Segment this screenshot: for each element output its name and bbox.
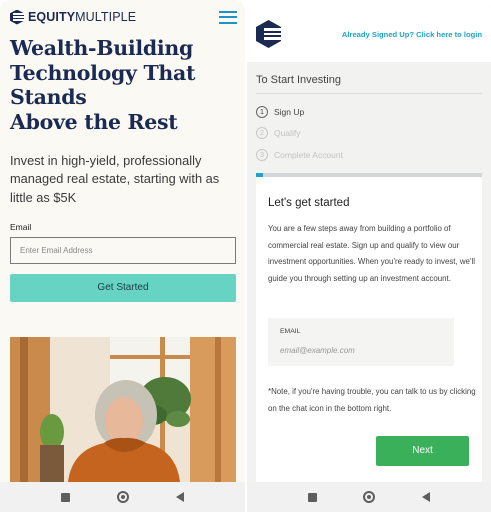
section-title: To Start Investing [256,74,341,86]
back-icon[interactable] [421,492,430,502]
left-phone-screen: EQUITYMULTIPLE Wealth-Building Technolog… [0,0,245,512]
step-complete-account: 3 Complete Account [256,149,343,161]
get-started-button[interactable]: Get Started [10,274,236,302]
right-phone-screen: Already Signed Up? Click here to login T… [247,0,491,512]
system-nav-bar [247,482,491,512]
signup-card: Let's get started You are a few steps aw… [256,177,482,482]
hero-line: Above the Rest [10,109,178,134]
step-label: Sign Up [274,107,305,117]
equitymultiple-logo-icon[interactable] [10,9,24,25]
recent-apps-icon[interactable] [308,492,318,502]
hero-line: Wealth-Building [10,36,194,60]
brand-logo-bold: EQUITY [28,10,76,24]
hero-photo [10,337,236,482]
step-sign-up: 1 Sign Up [256,106,304,118]
equitymultiple-logo-icon[interactable] [256,20,281,48]
brand-logo-regular: MULTIPLE [75,10,137,24]
hero-subheading: Invest in high-yield, professionally man… [10,153,220,205]
site-header: EQUITYMULTIPLE [10,8,237,26]
hero-heading: Wealth-Building Technology That Stands A… [10,36,240,134]
email-label: Email [10,222,32,232]
email-field-label: EMAIL [280,328,301,335]
card-title: Let's get started [268,197,350,209]
email-input[interactable]: Enter Email Address [10,237,236,264]
hamburger-menu-icon[interactable] [219,10,237,24]
system-nav-bar [0,482,245,512]
home-icon[interactable] [363,491,376,503]
email-field[interactable]: EMAIL email@example.com [268,318,454,366]
back-icon[interactable] [175,492,184,502]
brand-logo[interactable]: EQUITYMULTIPLE [28,10,136,24]
card-body: You are a few steps away from building a… [268,224,475,284]
step-number: 2 [256,127,268,139]
help-note: *Note, if you're having trouble, you can… [268,387,476,413]
step-label: Qualify [274,128,301,138]
signup-header: Already Signed Up? Click here to login [247,0,491,62]
email-field-placeholder[interactable]: email@example.com [280,346,355,355]
woman-portrait-image [10,337,236,482]
step-label: Complete Account [274,150,343,160]
home-icon[interactable] [116,491,129,503]
step-number: 1 [256,106,268,118]
hero-line: Technology That [10,60,196,85]
step-number: 3 [256,149,268,161]
step-qualify: 2 Qualify [256,127,300,139]
hero-line: Stands [10,85,87,110]
recent-apps-icon[interactable] [61,492,71,502]
next-button[interactable]: Next [376,436,469,466]
divider [256,93,482,94]
login-link[interactable]: Already Signed Up? Click here to login [342,30,482,39]
